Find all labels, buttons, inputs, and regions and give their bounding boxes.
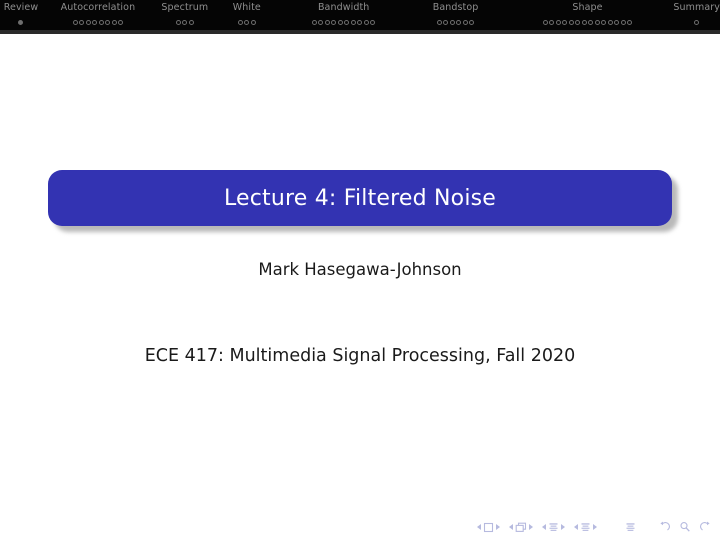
nav-slide-dot[interactable] <box>614 19 620 25</box>
title-block: Lecture 4: Filtered Noise <box>48 170 672 226</box>
nav-slide-dot[interactable] <box>562 19 568 25</box>
next-section-icon[interactable] <box>593 524 597 530</box>
nav-section-label: Spectrum <box>161 2 209 13</box>
nav-section-label: Autocorrelation <box>60 2 136 13</box>
nav-slide-dot[interactable] <box>72 19 78 25</box>
title-block-container: Lecture 4: Filtered Noise <box>48 170 678 232</box>
back-arrow-icon[interactable] <box>658 521 670 533</box>
nav-slide-dot[interactable] <box>111 19 117 25</box>
slide-icon[interactable] <box>483 522 494 533</box>
frame-navigation-group[interactable] <box>509 522 533 533</box>
nav-section-dots[interactable] <box>311 17 376 27</box>
nav-section-label: Bandstop <box>432 2 479 13</box>
frame-icon[interactable] <box>515 522 527 533</box>
magnifier-icon[interactable] <box>679 521 691 533</box>
nav-slide-dot[interactable] <box>318 19 324 25</box>
nav-slide-dot[interactable] <box>311 19 317 25</box>
nav-slide-dot[interactable] <box>357 19 363 25</box>
nav-slide-dot[interactable] <box>237 19 243 25</box>
nav-slide-dot[interactable] <box>443 19 449 25</box>
next-slide-icon[interactable] <box>496 524 500 530</box>
nav-slide-dot[interactable] <box>363 19 369 25</box>
nav-slide-dot[interactable] <box>588 19 594 25</box>
nav-slide-dot[interactable] <box>568 19 574 25</box>
nav-slide-dot[interactable] <box>462 19 468 25</box>
beamer-navigation-symbols <box>477 521 712 533</box>
nav-slide-dot[interactable] <box>79 19 85 25</box>
subsection-icon[interactable] <box>548 522 559 533</box>
section-navigation-group[interactable] <box>574 522 597 533</box>
nav-section-label: Summary <box>673 2 720 13</box>
nav-slide-dot[interactable] <box>250 19 256 25</box>
author-name: Mark Hasegawa-Johnson <box>258 260 462 279</box>
nav-slide-dot[interactable] <box>594 19 600 25</box>
nav-slide-dot[interactable] <box>627 19 633 25</box>
nav-slide-dot[interactable] <box>456 19 462 25</box>
section-icon[interactable] <box>580 522 591 533</box>
nav-slide-dot[interactable] <box>331 19 337 25</box>
header-underline <box>0 30 720 34</box>
nav-slide-dot[interactable] <box>436 19 442 25</box>
nav-section-dots[interactable] <box>237 17 256 27</box>
nav-slide-dot[interactable] <box>694 19 700 25</box>
nav-slide-dot[interactable] <box>18 19 24 25</box>
nav-section-dots[interactable] <box>694 17 700 27</box>
nav-slide-dot[interactable] <box>98 19 104 25</box>
nav-section-dots[interactable] <box>542 17 633 27</box>
nav-slide-dot[interactable] <box>324 19 330 25</box>
nav-section-dots[interactable] <box>18 17 24 27</box>
beamer-navigation-header: Review Autocorrelation Spectrum White Bandwi… <box>0 0 720 30</box>
course-info: ECE 417: Multimedia Signal Processing, F… <box>144 346 576 366</box>
nav-section-bandwidth[interactable]: Bandwidth <box>278 0 410 30</box>
page-title: Lecture 4: Filtered Noise <box>223 185 497 211</box>
nav-slide-dot[interactable] <box>620 19 626 25</box>
nav-slide-dot[interactable] <box>244 19 250 25</box>
next-subsection-icon[interactable] <box>561 524 565 530</box>
nav-section-white[interactable]: White <box>216 0 278 30</box>
doc-icon[interactable] <box>625 522 636 533</box>
nav-section-review[interactable]: Review <box>0 0 42 30</box>
previous-section-icon[interactable] <box>574 524 578 530</box>
nav-slide-dot[interactable] <box>188 19 194 25</box>
nav-slide-dot[interactable] <box>469 19 475 25</box>
nav-slide-dot[interactable] <box>344 19 350 25</box>
nav-section-label: White <box>232 2 261 13</box>
nav-slide-dot[interactable] <box>337 19 343 25</box>
slide-navigation-group[interactable] <box>477 522 500 533</box>
nav-slide-dot[interactable] <box>175 19 181 25</box>
forward-arrow-icon[interactable] <box>700 521 712 533</box>
nav-slide-dot[interactable] <box>350 19 356 25</box>
nav-section-bandstop[interactable]: Bandstop <box>410 0 502 30</box>
nav-section-shape[interactable]: Shape <box>502 0 674 30</box>
nav-section-dots[interactable] <box>175 17 194 27</box>
previous-slide-icon[interactable] <box>477 524 481 530</box>
nav-section-spectrum[interactable]: Spectrum <box>154 0 216 30</box>
nav-slide-dot[interactable] <box>118 19 124 25</box>
previous-frame-icon[interactable] <box>509 524 513 530</box>
nav-slide-dot[interactable] <box>105 19 111 25</box>
nav-slide-dot[interactable] <box>449 19 455 25</box>
nav-section-label: Shape <box>572 2 603 13</box>
nav-section-summary[interactable]: Summary <box>673 0 720 30</box>
nav-slide-dot[interactable] <box>370 19 376 25</box>
nav-section-dots[interactable] <box>72 17 124 27</box>
nav-slide-dot[interactable] <box>85 19 91 25</box>
nav-slide-dot[interactable] <box>182 19 188 25</box>
nav-slide-dot[interactable] <box>601 19 607 25</box>
subsection-navigation-group[interactable] <box>542 522 565 533</box>
nav-slide-dot[interactable] <box>542 19 548 25</box>
next-frame-icon[interactable] <box>529 524 533 530</box>
nav-section-label: Review <box>3 2 39 13</box>
nav-slide-dot[interactable] <box>581 19 587 25</box>
nav-slide-dot[interactable] <box>549 19 555 25</box>
nav-section-label: Bandwidth <box>317 2 370 13</box>
previous-subsection-icon[interactable] <box>542 524 546 530</box>
nav-slide-dot[interactable] <box>92 19 98 25</box>
nav-slide-dot[interactable] <box>555 19 561 25</box>
nav-slide-dot[interactable] <box>575 19 581 25</box>
nav-section-autocorrelation[interactable]: Autocorrelation <box>42 0 154 30</box>
nav-section-dots[interactable] <box>436 17 475 27</box>
nav-slide-dot[interactable] <box>607 19 613 25</box>
